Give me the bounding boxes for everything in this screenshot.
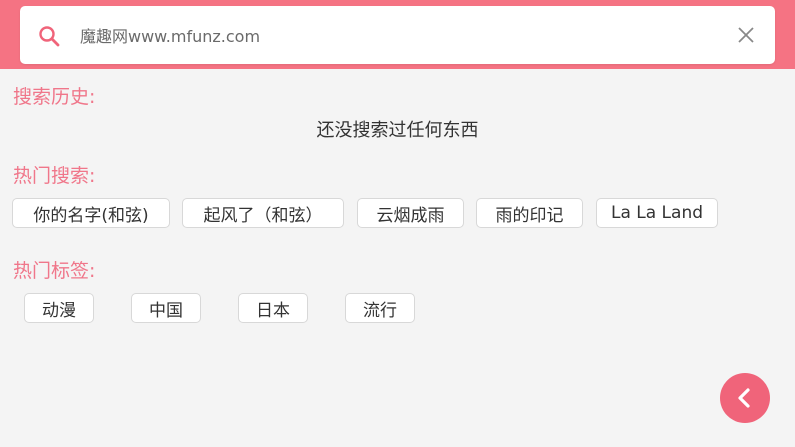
hot-search-chip[interactable]: 起风了（和弦） — [182, 198, 344, 228]
hot-search-title: 热门搜索: — [13, 165, 96, 187]
hot-search-chip[interactable]: La La Land — [596, 198, 718, 228]
search-input[interactable] — [78, 21, 702, 51]
hot-tag-chip[interactable]: 日本 — [238, 293, 308, 323]
close-icon[interactable] — [736, 25, 756, 45]
chevron-left-icon — [738, 388, 750, 408]
search-history-title: 搜索历史: — [13, 86, 96, 108]
search-box[interactable] — [20, 6, 775, 64]
hot-search-chip[interactable]: 你的名字(和弦) — [12, 198, 170, 228]
search-icon[interactable] — [37, 24, 61, 48]
empty-history-text: 还没搜索过任何东西 — [316, 120, 479, 141]
hot-search-chip[interactable]: 雨的印记 — [476, 198, 583, 228]
hot-tag-chip[interactable]: 中国 — [131, 293, 201, 323]
hot-tag-chip[interactable]: 动漫 — [24, 293, 94, 323]
back-button[interactable] — [720, 373, 770, 423]
hot-tag-chip[interactable]: 流行 — [345, 293, 415, 323]
top-bar — [0, 0, 795, 69]
hot-search-chip[interactable]: 云烟成雨 — [357, 198, 464, 228]
hot-tags-title: 热门标签: — [13, 260, 96, 282]
